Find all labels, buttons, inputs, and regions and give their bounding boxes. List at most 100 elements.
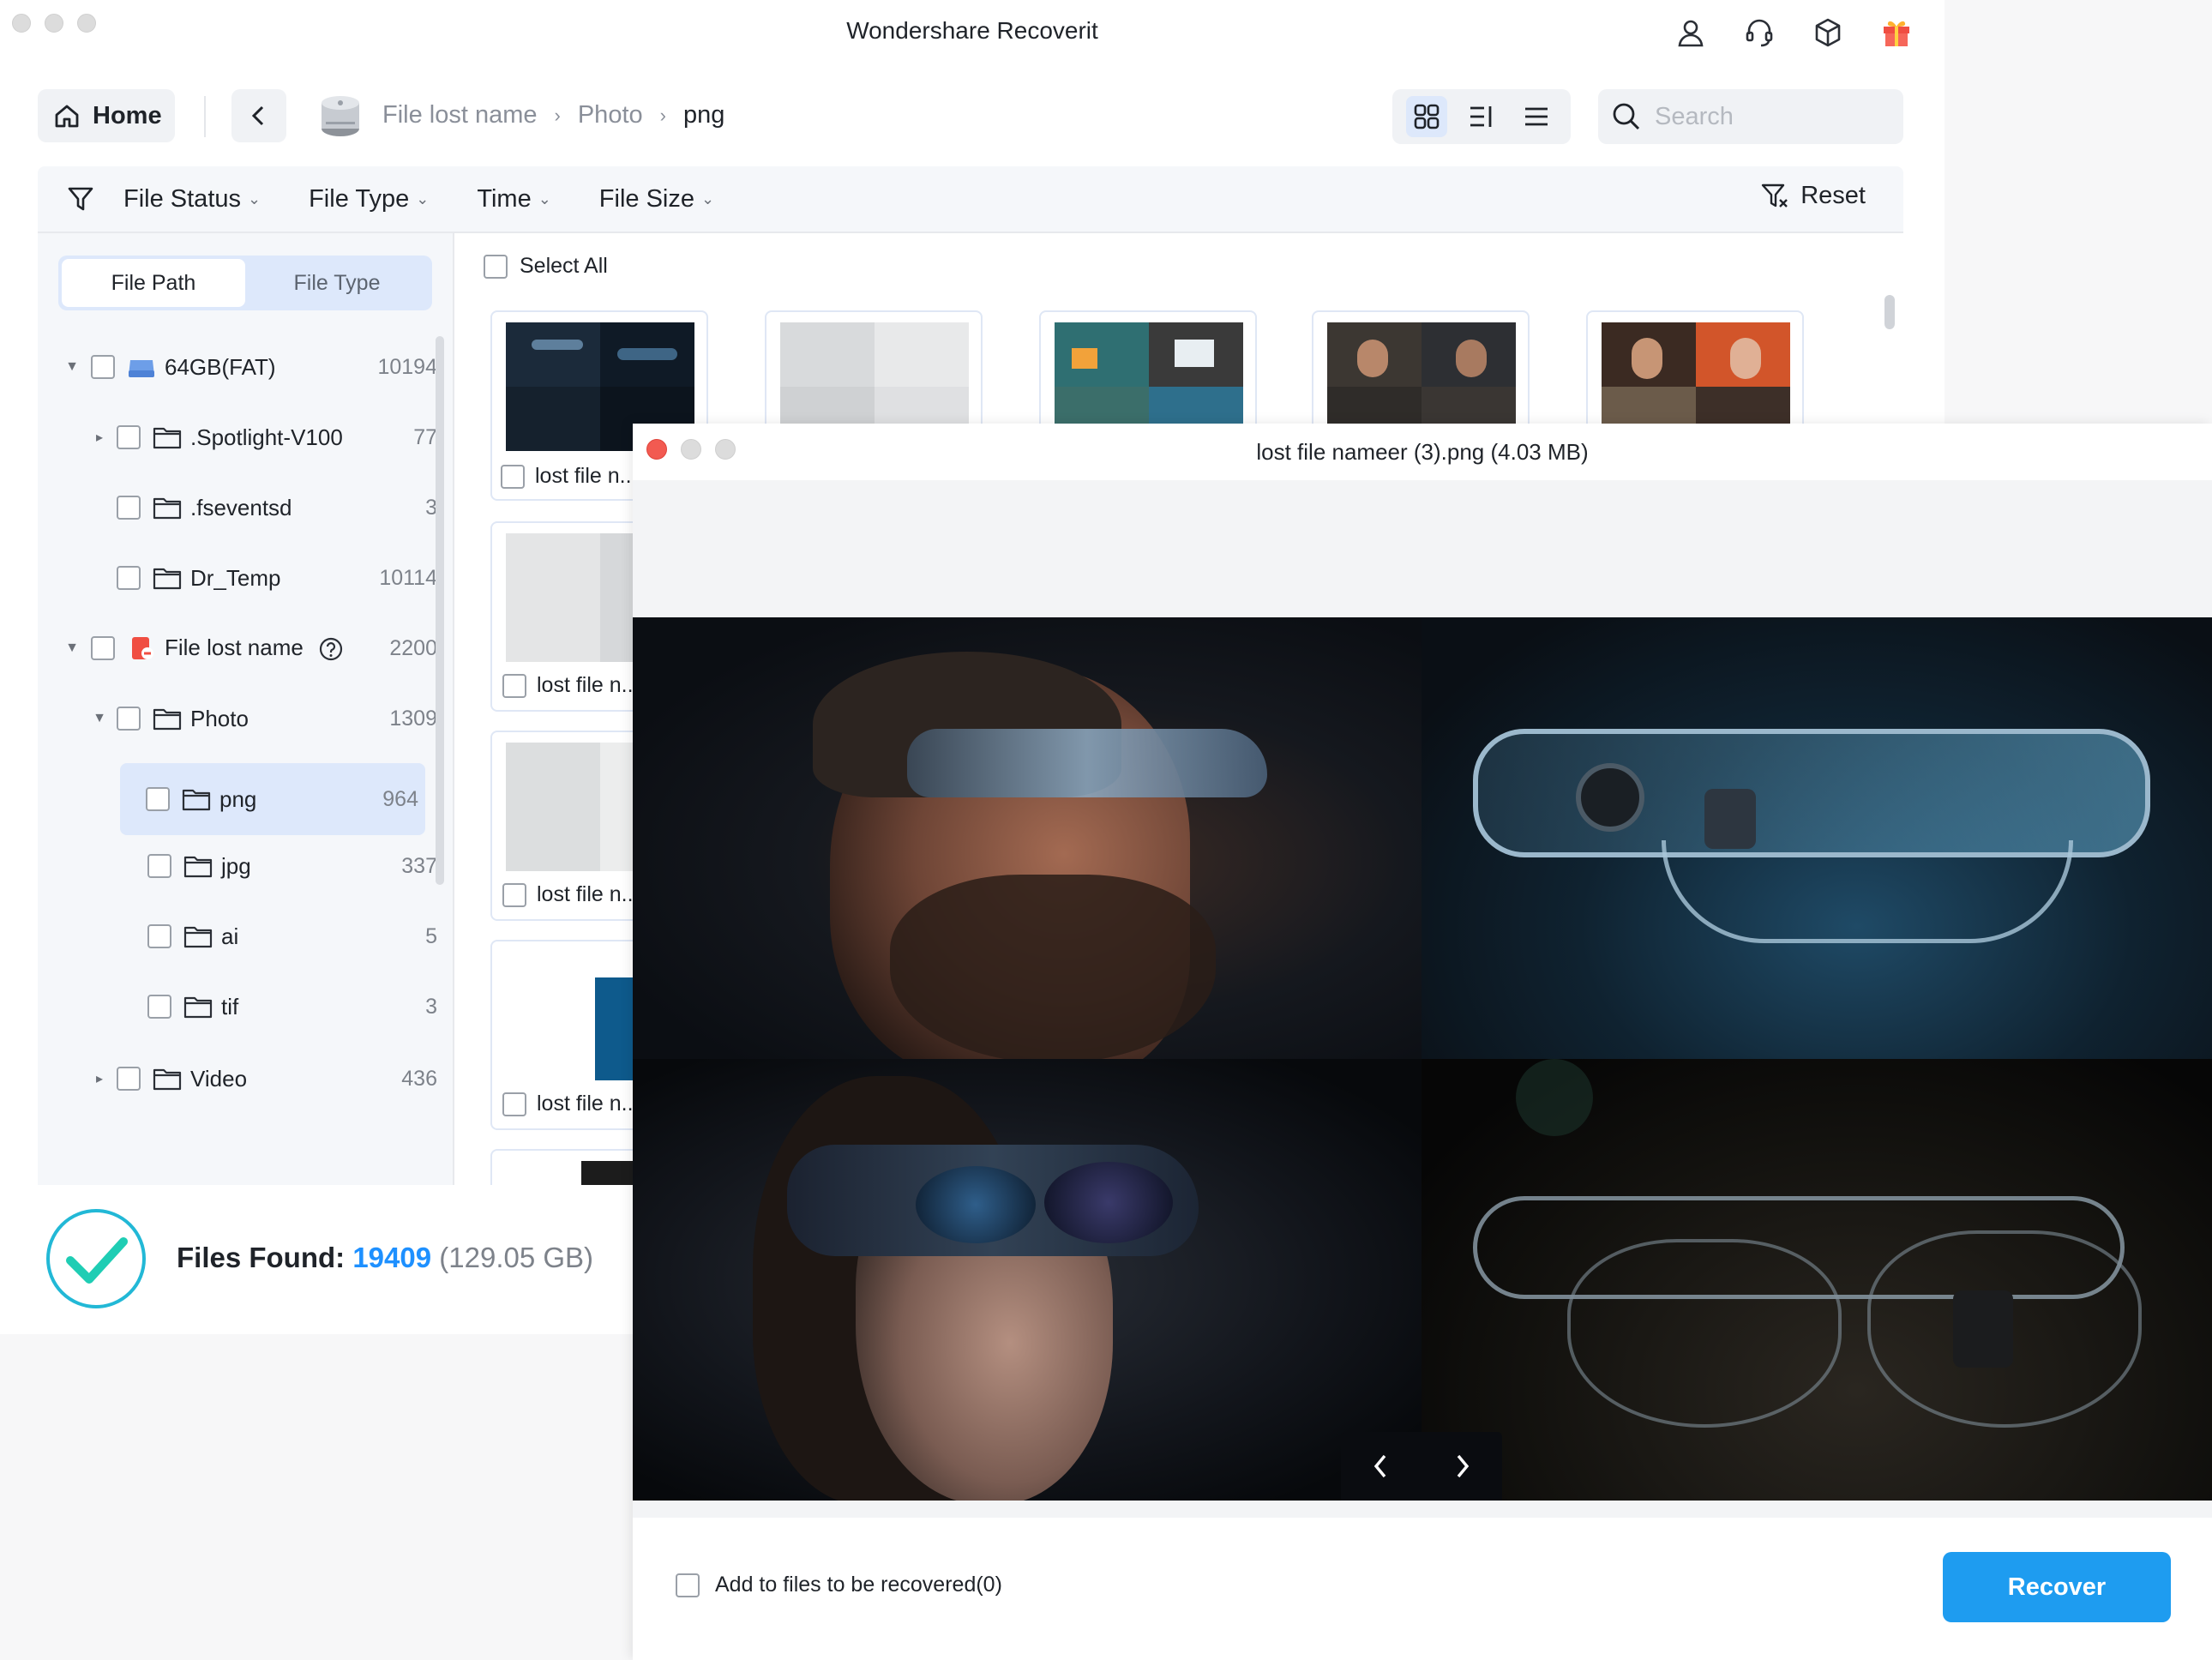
content-scrollbar[interactable] — [1884, 295, 1895, 329]
tree-item-video[interactable]: ▸ Video 436 — [58, 1044, 437, 1113]
thumbnail-checkbox[interactable] — [502, 673, 526, 698]
tree-label: png — [219, 785, 257, 812]
cube-icon[interactable] — [1807, 12, 1848, 53]
recover-button[interactable]: Recover — [1943, 1552, 2171, 1622]
preview-quadrant — [1422, 1059, 2212, 1501]
caret-right-icon[interactable]: ▸ — [93, 1070, 106, 1087]
tree-checkbox[interactable] — [91, 636, 115, 660]
tree-checkbox[interactable] — [147, 995, 171, 1019]
tree-item-64gb-fat[interactable]: ▼ 64GB(FAT) 10194 — [58, 333, 437, 401]
nav-divider — [204, 96, 206, 137]
tree-item-png[interactable]: png 964 — [120, 763, 425, 835]
select-all-label: Select All — [520, 254, 608, 278]
back-button[interactable] — [231, 89, 286, 142]
add-to-recover[interactable]: Add to files to be recovered(0) — [676, 1573, 1002, 1597]
select-all[interactable]: Select All — [484, 254, 608, 279]
thumbnail-filename: lost file n... — [537, 673, 640, 697]
gift-icon[interactable] — [1876, 12, 1917, 53]
tree-count: 2200 — [389, 635, 437, 660]
grid-icon — [1414, 104, 1440, 129]
tree-count: 10114 — [379, 565, 437, 590]
file-type-filter[interactable]: File Type ⌄ — [309, 185, 429, 214]
tree-count: 3 — [425, 994, 437, 1019]
preview-quadrant — [1422, 617, 2212, 1059]
folder-icon — [183, 856, 213, 878]
add-to-recover-checkbox[interactable] — [676, 1573, 700, 1597]
filter-label: File Type — [309, 184, 410, 213]
tree-label: .Spotlight-V100 — [190, 424, 343, 450]
thumbnail-checkbox[interactable] — [502, 882, 526, 907]
previous-image-button[interactable] — [1369, 1451, 1393, 1482]
thumbnail-filename: lost file n... — [537, 1092, 640, 1116]
tree-checkbox[interactable] — [147, 854, 171, 878]
tree-item-fseventsd[interactable]: .fseventsd 3 — [58, 473, 437, 542]
tab-file-path[interactable]: File Path — [62, 259, 245, 307]
add-to-recover-label: Add to files to be recovered(0) — [715, 1573, 1002, 1597]
background — [0, 1334, 634, 1660]
tree-item-dr-temp[interactable]: Dr_Temp 10114 — [58, 544, 437, 612]
search-input[interactable] — [1655, 102, 1878, 131]
detail-view-button[interactable] — [1461, 96, 1502, 137]
home-button[interactable]: Home — [38, 89, 175, 142]
tree-checkbox[interactable] — [147, 924, 171, 948]
tree-count: 337 — [401, 853, 437, 878]
tab-file-type[interactable]: File Type — [245, 259, 429, 307]
tree-label: Dr_Temp — [190, 564, 281, 591]
breadcrumb: File lost name › Photo › png — [382, 101, 724, 129]
filter-label: File Status — [123, 184, 241, 213]
filter-bar: File Status ⌄ File Type ⌄ Time ⌄ File Size ⌄… — [38, 166, 1903, 232]
grid-view-button[interactable] — [1406, 96, 1447, 137]
drive-icon — [129, 360, 154, 377]
caret-right-icon[interactable]: ▸ — [93, 429, 106, 446]
preview-pager — [1341, 1432, 1502, 1501]
tree-checkbox[interactable] — [91, 355, 115, 379]
tree-item-jpg[interactable]: jpg 337 — [58, 832, 437, 900]
tree-count: 964 — [382, 786, 418, 811]
search-box — [1598, 89, 1903, 144]
tree-checkbox[interactable] — [117, 707, 141, 731]
folder-icon — [183, 926, 213, 948]
list-view-button[interactable] — [1516, 96, 1557, 137]
tree-checkbox[interactable] — [146, 787, 170, 811]
thumbnail-label: lost file n... — [502, 882, 640, 907]
tree-checkbox[interactable] — [117, 566, 141, 590]
user-icon[interactable] — [1670, 12, 1711, 53]
status-bar: Files Found: 19409 (129.05 GB) — [0, 1185, 634, 1334]
tree-item-tif[interactable]: tif 3 — [58, 972, 437, 1041]
thumbnail-filename: lost file n... — [537, 882, 640, 906]
chevron-left-icon — [251, 105, 264, 126]
tree-checkbox[interactable] — [117, 1067, 141, 1091]
reset-button[interactable]: Reset — [1761, 182, 1866, 210]
tree-item-ai[interactable]: ai 5 — [58, 902, 437, 971]
help-icon[interactable] — [318, 636, 344, 662]
tree-checkbox[interactable] — [117, 425, 141, 449]
thumbnail-checkbox[interactable] — [502, 1092, 526, 1116]
tree-label: Video — [190, 1065, 248, 1092]
breadcrumb-item-photo[interactable]: Photo — [578, 101, 643, 129]
tree-checkbox[interactable] — [117, 496, 141, 520]
time-filter[interactable]: Time ⌄ — [477, 185, 550, 214]
caret-down-icon[interactable]: ▼ — [93, 711, 106, 726]
headset-icon[interactable] — [1739, 12, 1780, 53]
chevron-down-icon: ⌄ — [701, 189, 715, 208]
filter-icon[interactable] — [38, 185, 123, 213]
tree-label: .fseventsd — [190, 494, 292, 520]
file-status-filter[interactable]: File Status ⌄ — [123, 185, 261, 214]
caret-down-icon[interactable]: ▼ — [65, 359, 79, 375]
tree-count: 1309 — [389, 706, 437, 731]
files-found: Files Found: 19409 (129.05 GB) — [177, 1242, 593, 1274]
file-size-filter[interactable]: File Size ⌄ — [599, 185, 714, 214]
preview-title: lost file nameer (3).png (4.03 MB) — [1256, 439, 1589, 465]
folder-icon — [153, 568, 182, 590]
tree-item-file-lost-name[interactable]: ▼ File lost name 2200 — [58, 614, 437, 683]
lost-file-icon — [132, 637, 153, 659]
sidebar-scrollbar[interactable] — [436, 336, 444, 885]
next-image-button[interactable] — [1450, 1451, 1474, 1482]
select-all-checkbox[interactable] — [484, 254, 508, 279]
breadcrumb-item-file-lost-name[interactable]: File lost name — [382, 101, 538, 129]
tree-item-photo[interactable]: ▼ Photo 1309 — [58, 684, 437, 753]
thumbnail-checkbox[interactable] — [501, 464, 525, 489]
sidebar: File Path File Type ▼ 64GB(FAT) 10194 ▸ … — [38, 233, 454, 1185]
tree-item-spotlight[interactable]: ▸ .Spotlight-V100 77 — [58, 403, 437, 472]
caret-down-icon[interactable]: ▼ — [65, 641, 79, 656]
